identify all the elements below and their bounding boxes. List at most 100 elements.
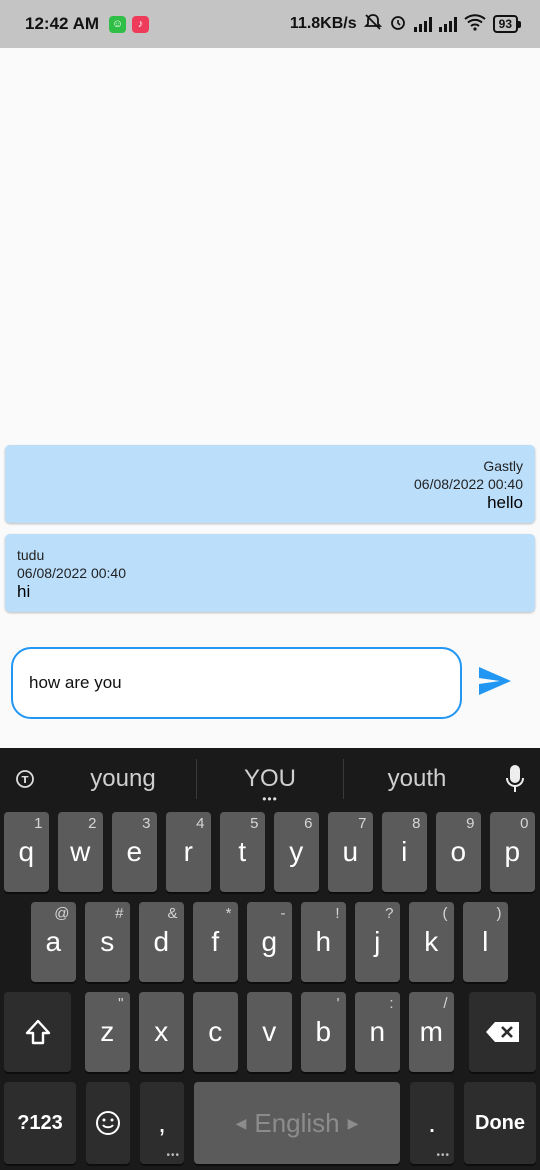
chat-screen: 12:42 AM ☺ ♪ 11.8KB/s 93 Gastly 06/08/20…	[0, 0, 540, 1170]
key-hint: '	[336, 995, 340, 1012]
key-hint: :	[389, 995, 394, 1012]
key-label: c	[208, 1016, 223, 1047]
symbols-key[interactable]: ?123	[4, 1082, 76, 1164]
key-hint: 6	[304, 815, 313, 832]
key-hint: &	[167, 905, 178, 922]
key-u[interactable]: 7u	[328, 812, 373, 892]
message-sender: tudu	[17, 547, 45, 563]
key-k[interactable]: (k	[409, 902, 454, 982]
translate-icon[interactable]: T	[0, 748, 50, 810]
more-icon: •••	[166, 1150, 180, 1161]
key-g[interactable]: -g	[247, 902, 292, 982]
key-label: x	[154, 1016, 169, 1047]
send-button[interactable]	[478, 666, 514, 698]
suggestion-bar: T young YOU ••• youth	[0, 748, 540, 810]
key-v[interactable]: v	[247, 992, 292, 1072]
arrow-left-icon: ◀	[235, 1114, 247, 1131]
done-key[interactable]: Done	[464, 1082, 536, 1164]
key-label: f	[211, 926, 220, 957]
key-r[interactable]: 4r	[166, 812, 211, 892]
key-label: z	[100, 1016, 115, 1047]
key-a[interactable]: @ a	[31, 902, 76, 982]
key-s[interactable]: # s	[85, 902, 130, 982]
key-hint: 1	[34, 815, 43, 832]
key-t[interactable]: 5t	[220, 812, 265, 892]
key-hint: 3	[142, 815, 151, 832]
period-key[interactable]: . •••	[410, 1082, 454, 1164]
key-b[interactable]: ' b	[301, 992, 346, 1072]
space-key-label: English	[254, 1107, 340, 1138]
message-time: 06/08/2022 00:40	[17, 565, 126, 581]
key-hint: /	[443, 995, 448, 1012]
key-p[interactable]: 0p	[490, 812, 535, 892]
comma-key[interactable]: , •••	[140, 1082, 184, 1164]
backspace-key[interactable]	[469, 992, 536, 1072]
key-label: a	[45, 926, 62, 957]
key-f[interactable]: * f	[193, 902, 238, 982]
key-e[interactable]: 3e	[112, 812, 157, 892]
status-time: 12:42 AM	[25, 14, 100, 33]
key-q[interactable]: 1q	[4, 812, 49, 892]
microphone-icon[interactable]	[490, 748, 540, 810]
key-hint: 2	[88, 815, 97, 832]
alarm-icon	[389, 13, 407, 36]
key-c[interactable]: c	[193, 992, 238, 1072]
key-hint: -	[280, 905, 286, 922]
key-label: v	[262, 1016, 277, 1047]
key-hint: #	[115, 905, 124, 922]
key-x[interactable]: x	[139, 992, 184, 1072]
wifi-icon	[464, 13, 486, 36]
signal-icon-2	[438, 16, 457, 32]
more-suggestions-icon: •••	[262, 792, 278, 806]
message-time: 06/08/2022 00:40	[414, 476, 523, 492]
suggestion-2-label: YOU	[243, 765, 296, 792]
more-icon: •••	[436, 1150, 450, 1161]
space-key[interactable]: ◀ English ▶	[194, 1082, 400, 1164]
message-input[interactable]	[11, 647, 462, 719]
key-label: w	[70, 836, 91, 867]
key-m[interactable]: / m	[409, 992, 454, 1072]
key-label: y	[289, 836, 304, 867]
status-indicators: 11.8KB/s 93	[289, 13, 522, 36]
shift-key[interactable]	[4, 992, 71, 1072]
key-hint: 5	[250, 815, 259, 832]
music-app-icon: ♪	[132, 15, 150, 33]
signal-icon	[413, 16, 432, 32]
suggestion-1[interactable]: young	[50, 748, 196, 810]
key-h[interactable]: ! h	[301, 902, 346, 982]
key-d[interactable]: & d	[139, 902, 184, 982]
key-hint: 4	[196, 815, 205, 832]
shift-icon	[25, 1019, 50, 1045]
period-key-label: .	[428, 1107, 436, 1138]
backspace-icon	[485, 1022, 519, 1042]
message-sender: Gastly	[483, 458, 523, 474]
key-label: g	[261, 926, 278, 957]
key-label: r	[183, 836, 193, 867]
suggestion-3[interactable]: youth	[344, 748, 490, 810]
soft-keyboard: T young YOU ••• youth ?123 , ••• ◀ Engli…	[0, 748, 540, 1170]
key-j[interactable]: ? j	[355, 902, 400, 982]
key-label: j	[374, 926, 381, 957]
emoji-key[interactable]	[86, 1082, 130, 1164]
key-y[interactable]: 6y	[274, 812, 319, 892]
comma-key-label: ,	[158, 1107, 166, 1138]
key-z[interactable]: " z	[85, 992, 130, 1072]
muted-bell-icon	[363, 13, 382, 36]
key-hint: !	[335, 905, 340, 922]
key-label: b	[315, 1016, 332, 1047]
key-label: t	[238, 836, 247, 867]
key-o[interactable]: 9o	[436, 812, 481, 892]
key-l[interactable]: ) l	[463, 902, 508, 982]
key-hint: *	[225, 905, 232, 922]
key-label: u	[342, 836, 359, 867]
key-i[interactable]: 8i	[382, 812, 427, 892]
key-hint: 8	[412, 815, 421, 832]
key-hint: 9	[466, 815, 475, 832]
key-n[interactable]: :n	[355, 992, 400, 1072]
message-text: hi	[17, 582, 31, 601]
key-hint: (	[442, 905, 448, 922]
suggestion-2[interactable]: YOU •••	[197, 748, 343, 810]
key-hint: ?	[385, 905, 394, 922]
key-w[interactable]: 2w	[58, 812, 103, 892]
network-speed: 11.8KB/s	[289, 15, 357, 32]
